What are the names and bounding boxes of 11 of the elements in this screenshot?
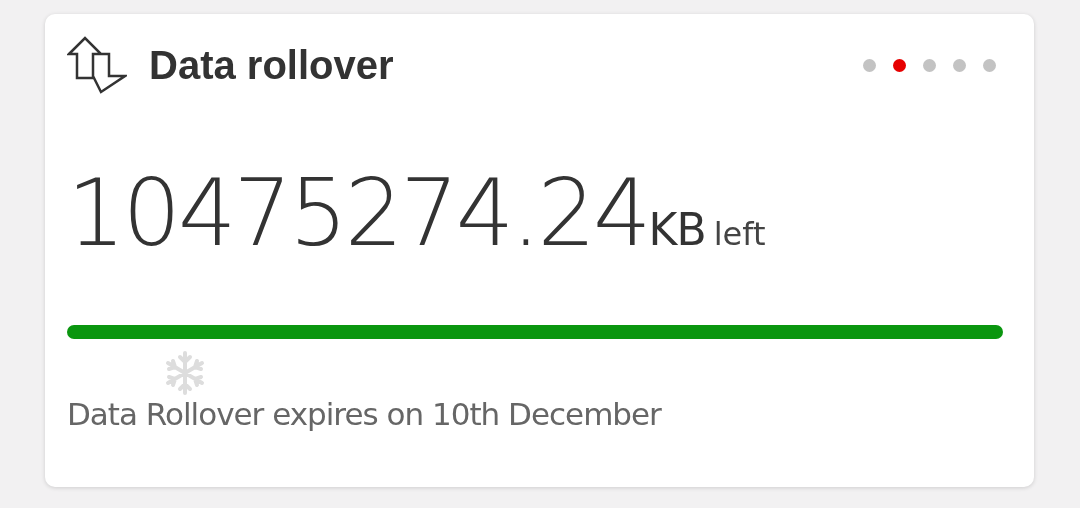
page-dot[interactable]	[983, 58, 996, 72]
page-dot[interactable]	[863, 58, 876, 72]
data-unit: KB	[648, 203, 706, 257]
page-dot[interactable]	[923, 58, 936, 72]
expiry-text: Data Rollover expires on 10th December	[67, 395, 663, 434]
page-dot[interactable]	[893, 58, 906, 72]
card-title: Data rollover	[149, 45, 394, 85]
data-suffix: left	[713, 214, 766, 255]
data-amount: 10475274.24	[67, 168, 649, 260]
up-down-arrows-icon	[67, 36, 127, 94]
page-dot[interactable]	[953, 58, 966, 72]
